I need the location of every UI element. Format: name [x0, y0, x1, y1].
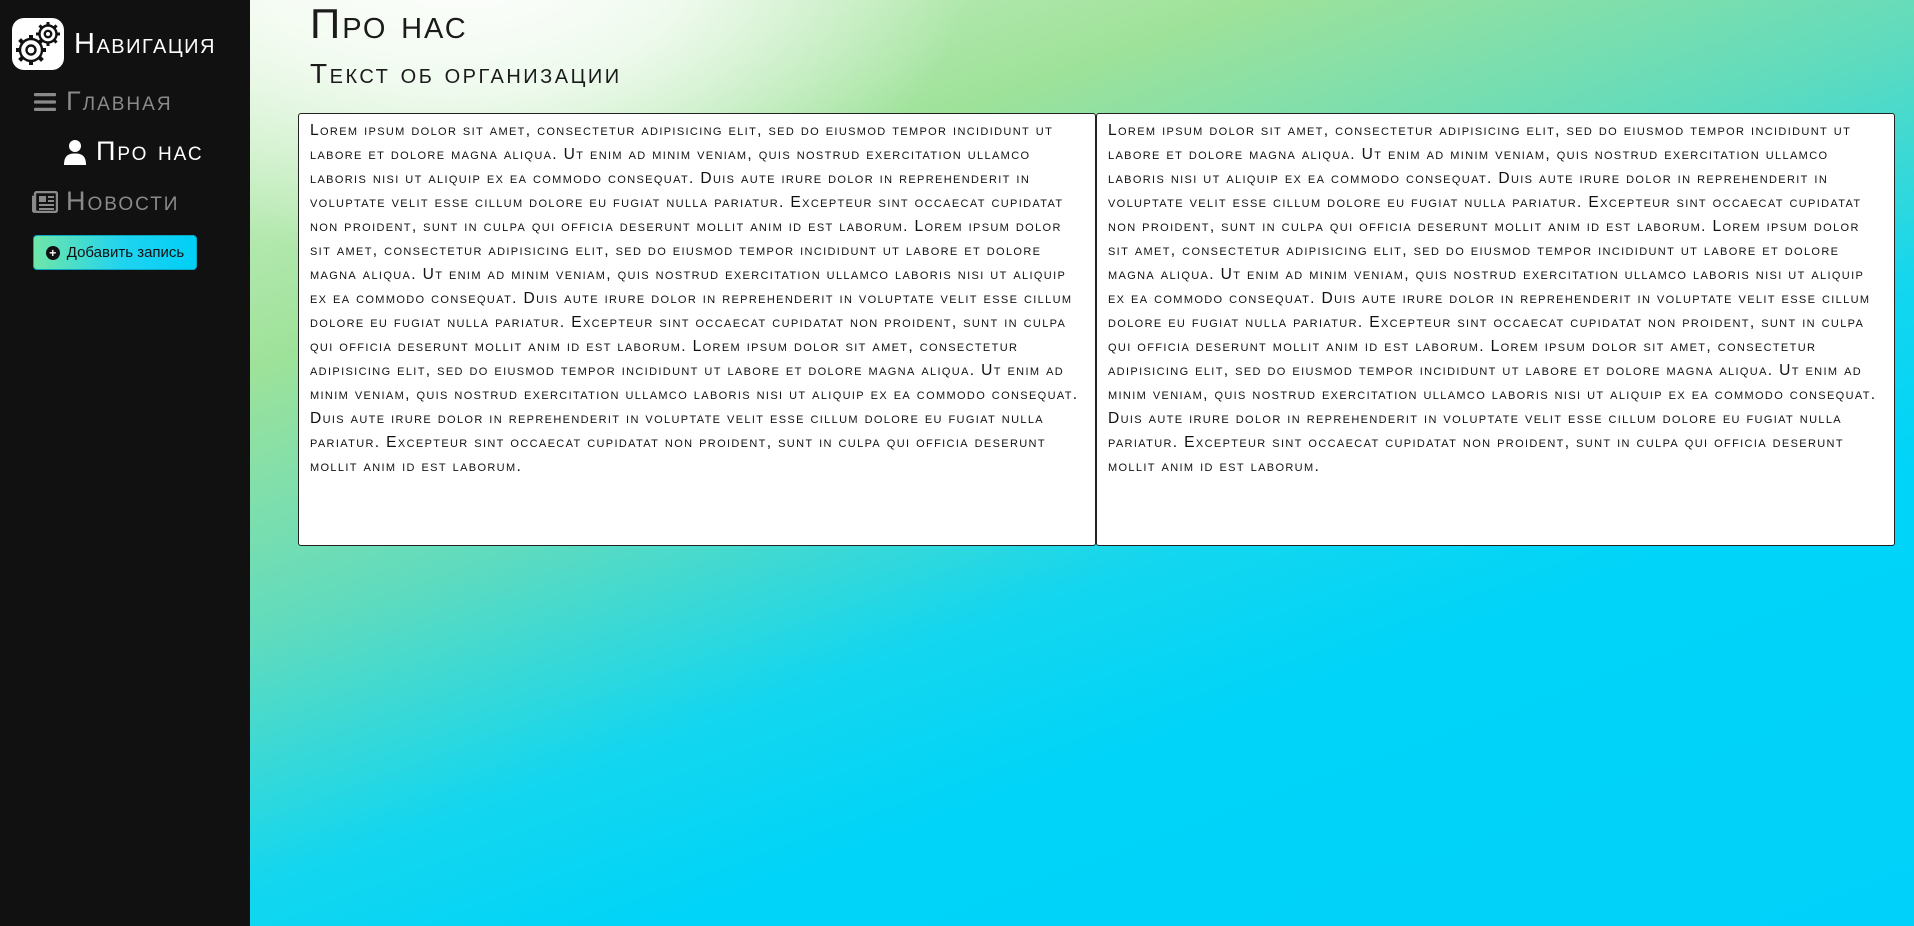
sidebar-item-home[interactable]: Главная: [32, 86, 173, 117]
gears-icon: [12, 18, 64, 70]
sidebar-item-about[interactable]: Про нас: [62, 136, 204, 167]
user-icon: [62, 139, 88, 165]
text-column-right: Lorem ipsum dolor sit amet, consectetur …: [1096, 113, 1895, 546]
plus-circle-icon: +: [45, 245, 60, 260]
newspaper-icon: [32, 189, 58, 215]
sidebar-item-label: Про нас: [96, 136, 204, 166]
add-entry-label: Добавить запись: [66, 244, 185, 261]
main-content: Про нас Текст об организации Lorem ipsum…: [250, 0, 1914, 926]
page-subtitle: Текст об организации: [310, 58, 622, 89]
sidebar: Навигация Главная Про нас Новости + Доба…: [0, 0, 250, 926]
brand[interactable]: Навигация: [12, 18, 216, 70]
add-entry-button[interactable]: + Добавить запись: [33, 235, 197, 270]
page-title: Про нас: [310, 0, 468, 47]
bars-icon: [32, 89, 58, 115]
text-column-left: Lorem ipsum dolor sit amet, consectetur …: [298, 113, 1096, 546]
brand-title: Навигация: [74, 27, 216, 60]
sidebar-item-label: Главная: [66, 86, 173, 116]
sidebar-item-label: Новости: [66, 186, 180, 216]
sidebar-item-news[interactable]: Новости: [32, 186, 179, 217]
